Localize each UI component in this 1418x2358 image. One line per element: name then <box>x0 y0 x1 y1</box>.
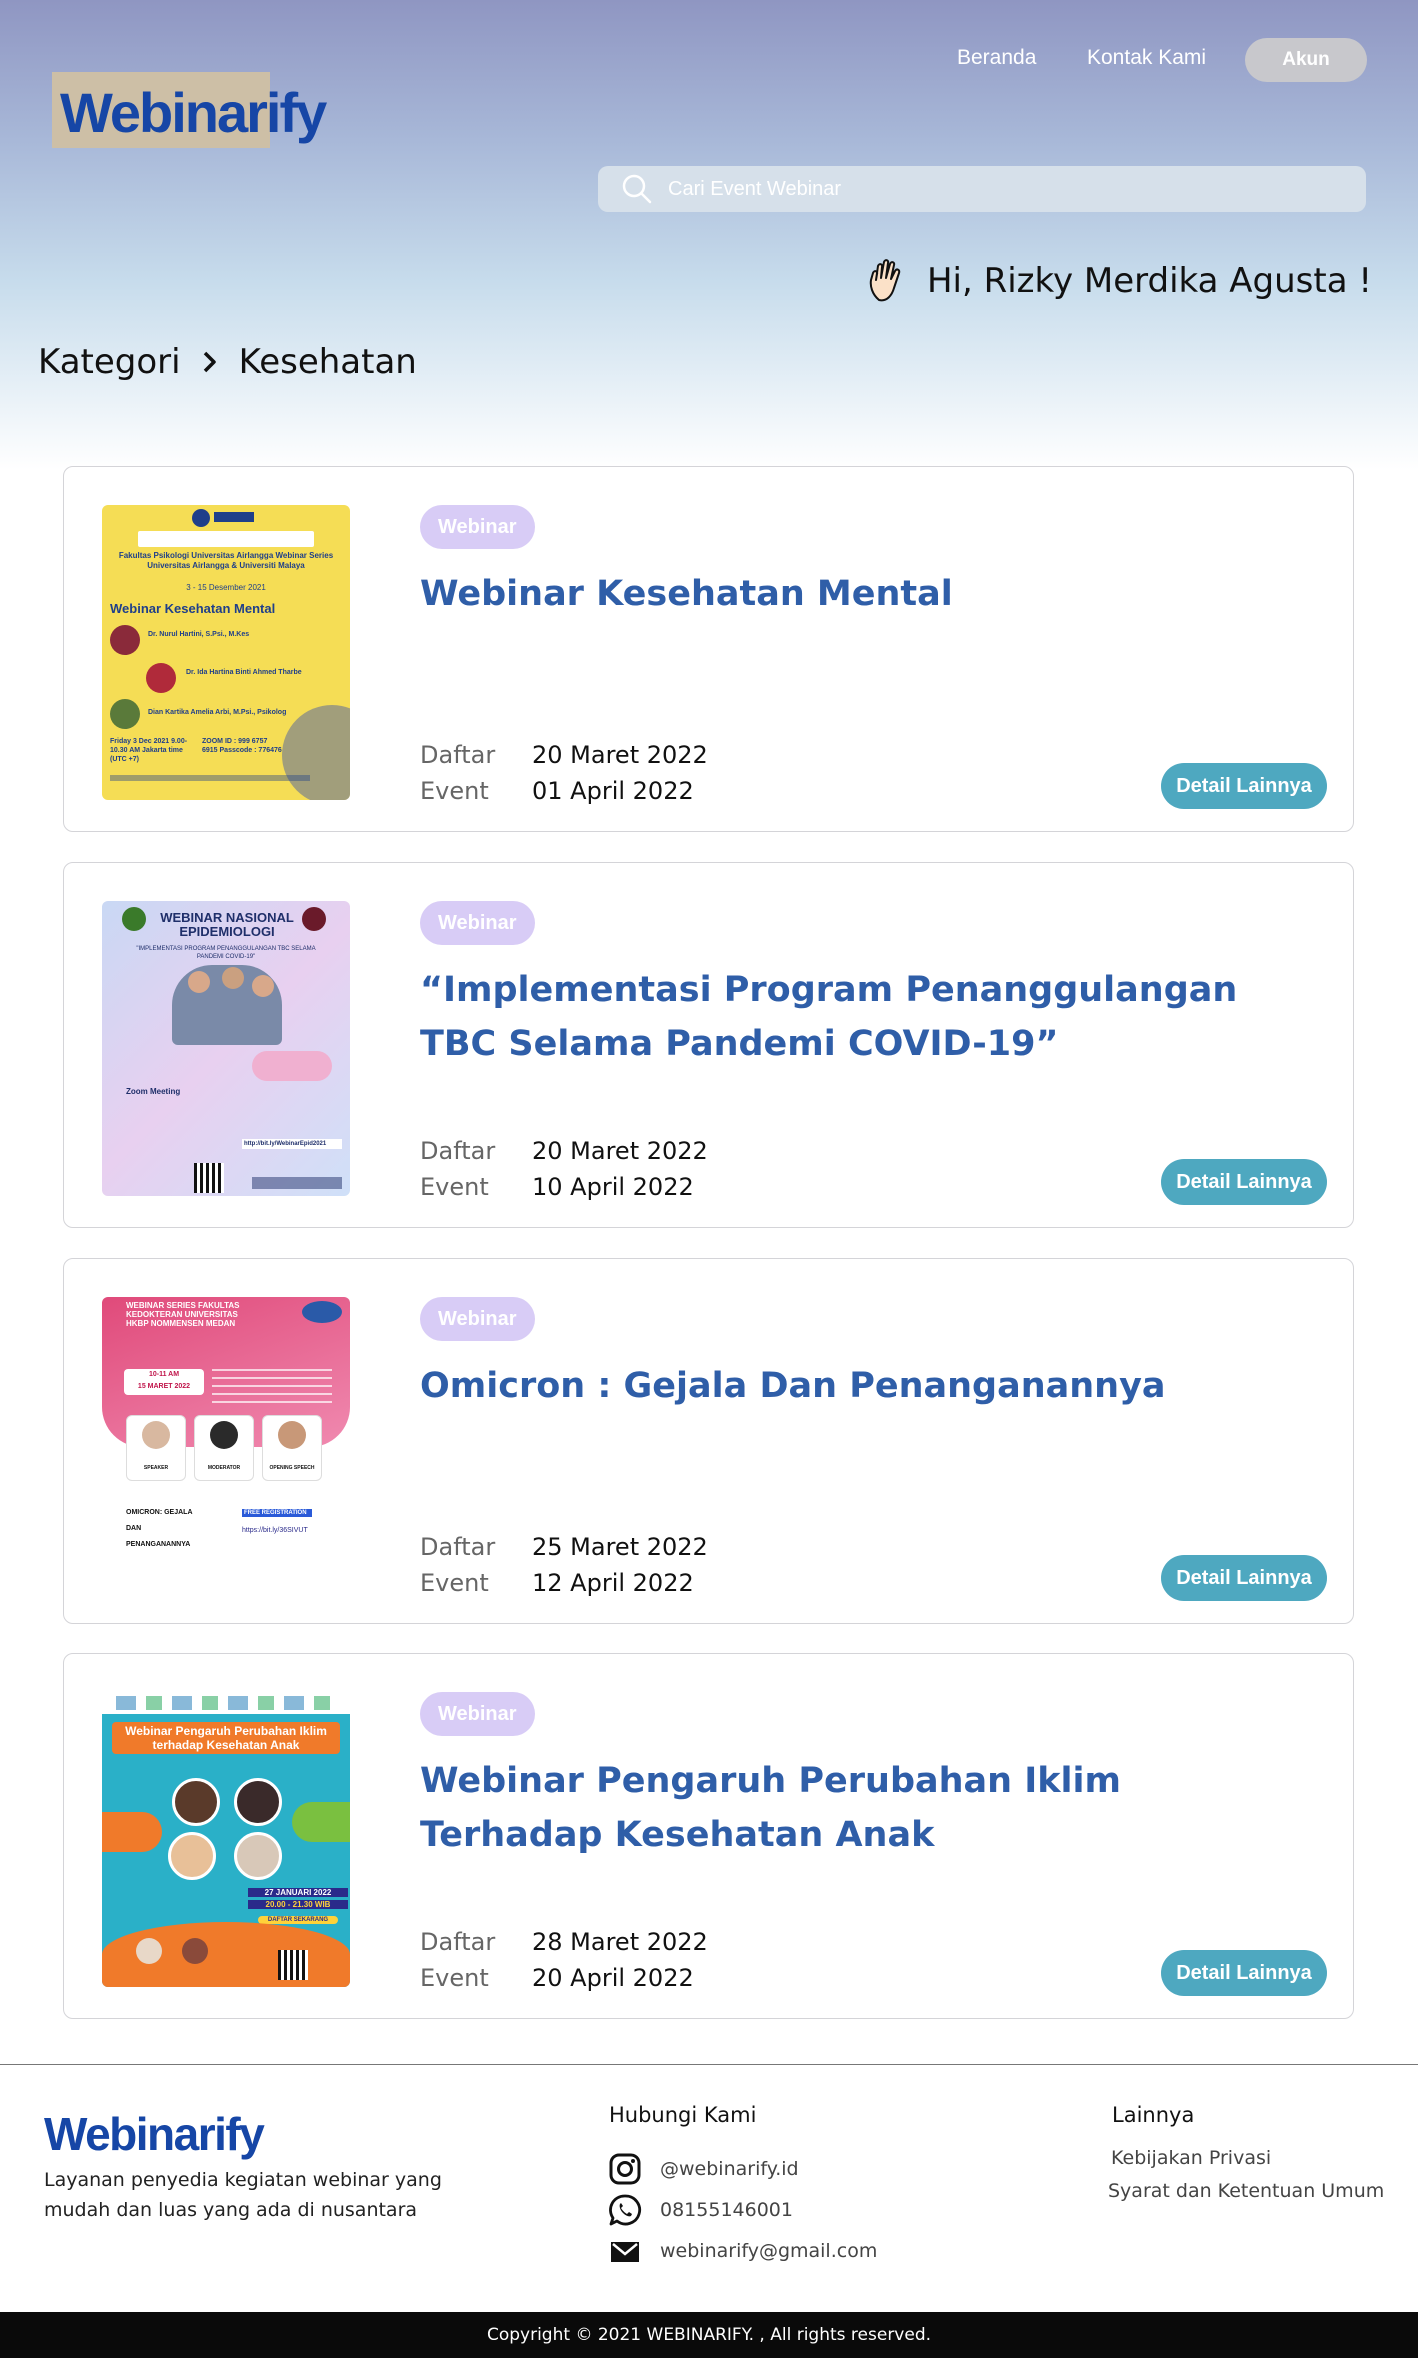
event-poster: Fakultas Psikologi Universitas Airlangga… <box>102 505 350 800</box>
email-address: webinarify@gmail.com <box>660 2240 878 2262</box>
daftar-label: Daftar <box>420 1533 496 1561</box>
event-label: Event <box>420 1569 489 1597</box>
breadcrumb: Kategori Kesehatan <box>38 342 417 382</box>
event-poster: WEBINAR NASIONAL EPIDEMIOLOGI "IMPLEMENT… <box>102 901 350 1196</box>
greeting-text: Hi, Rizky Merdika Agusta ! <box>926 261 1372 301</box>
instagram-contact[interactable]: @webinarify.id <box>608 2152 799 2186</box>
webinar-badge: Webinar <box>420 1297 535 1341</box>
event-label: Event <box>420 1964 489 1992</box>
event-date: 12 April 2022 <box>532 1569 694 1597</box>
waving-hand-icon <box>869 259 901 302</box>
footer: Webinarify Layanan penyedia kegiatan web… <box>0 2064 1418 2312</box>
footer-logo[interactable]: Webinarify <box>44 2107 265 2161</box>
whatsapp-icon <box>609 2194 641 2226</box>
other-heading: Lainnya <box>1112 2103 1195 2127</box>
detail-lainnya-button[interactable]: Detail Lainnya <box>1161 1555 1327 1601</box>
privacy-link[interactable]: Kebijakan Privasi <box>1111 2147 1271 2169</box>
event-poster: Webinar Pengaruh Perubahan Iklim terhada… <box>102 1692 350 1987</box>
search-input[interactable] <box>668 177 1348 201</box>
instagram-handle: @webinarify.id <box>660 2158 799 2180</box>
user-greeting: Hi, Rizky Merdika Agusta ! <box>865 256 1372 306</box>
detail-lainnya-button[interactable]: Detail Lainnya <box>1161 1950 1327 1996</box>
detail-lainnya-button[interactable]: Detail Lainnya <box>1161 1159 1327 1205</box>
event-card: WEBINAR SERIES FAKULTAS KEDOKTERAN UNIVE… <box>63 1258 1354 1624</box>
whatsapp-number: 08155146001 <box>660 2199 793 2221</box>
daftar-date: 25 Maret 2022 <box>532 1533 708 1561</box>
breadcrumb-current: Kesehatan <box>238 342 417 382</box>
event-card: Fakultas Psikologi Universitas Airlangga… <box>63 466 1354 832</box>
event-date: 20 April 2022 <box>532 1964 694 1992</box>
nav-kontak-kami[interactable]: Kontak Kami <box>1087 46 1206 70</box>
webinar-badge: Webinar <box>420 505 535 549</box>
daftar-label: Daftar <box>420 1137 496 1165</box>
event-label: Event <box>420 777 489 805</box>
webinar-badge: Webinar <box>420 1692 535 1736</box>
event-title[interactable]: “Implementasi Program Penanggulangan TBC… <box>420 963 1280 1071</box>
event-title[interactable]: Webinar Pengaruh Perubahan Iklim Terhada… <box>420 1754 1280 1862</box>
event-card: Webinar Pengaruh Perubahan Iklim terhada… <box>63 1653 1354 2019</box>
daftar-date: 28 Maret 2022 <box>532 1928 708 1956</box>
event-poster: WEBINAR SERIES FAKULTAS KEDOKTERAN UNIVE… <box>102 1297 350 1592</box>
instagram-icon <box>609 2153 641 2185</box>
daftar-date: 20 Maret 2022 <box>532 741 708 769</box>
search-icon <box>622 174 652 204</box>
search-bar[interactable] <box>598 166 1366 212</box>
mail-icon <box>611 2242 639 2262</box>
event-date: 10 April 2022 <box>532 1173 694 1201</box>
whatsapp-contact[interactable]: 08155146001 <box>608 2193 793 2227</box>
breadcrumb-kategori[interactable]: Kategori <box>38 342 181 382</box>
daftar-label: Daftar <box>420 1928 496 1956</box>
hero-background <box>0 0 1418 470</box>
event-title[interactable]: Omicron : Gejala Dan Penanganannya <box>420 1359 1280 1413</box>
event-title[interactable]: Webinar Kesehatan Mental <box>420 567 1280 621</box>
akun-button[interactable]: Akun <box>1245 38 1367 82</box>
terms-link[interactable]: Syarat dan Ketentuan Umum <box>1108 2180 1384 2202</box>
chevron-right-icon <box>203 351 216 373</box>
webinar-badge: Webinar <box>420 901 535 945</box>
daftar-date: 20 Maret 2022 <box>532 1137 708 1165</box>
event-label: Event <box>420 1173 489 1201</box>
event-dates: Daftar 28 Maret 2022 Event 20 April 2022 <box>420 1924 708 1996</box>
event-dates: Daftar 20 Maret 2022 Event 01 April 2022 <box>420 737 708 809</box>
event-dates: Daftar 20 Maret 2022 Event 10 April 2022 <box>420 1133 708 1205</box>
site-logo[interactable]: Webinarify <box>60 80 327 145</box>
nav-beranda[interactable]: Beranda <box>957 46 1036 70</box>
daftar-label: Daftar <box>420 741 496 769</box>
footer-description: Layanan penyedia kegiatan webinar yang m… <box>44 2169 442 2221</box>
event-card: WEBINAR NASIONAL EPIDEMIOLOGI "IMPLEMENT… <box>63 862 1354 1228</box>
email-contact[interactable]: webinarify@gmail.com <box>608 2234 877 2268</box>
copyright-bar: Copyright © 2021 WEBINARIFY. , All right… <box>0 2312 1418 2358</box>
detail-lainnya-button[interactable]: Detail Lainnya <box>1161 763 1327 809</box>
event-date: 01 April 2022 <box>532 777 694 805</box>
event-dates: Daftar 25 Maret 2022 Event 12 April 2022 <box>420 1529 708 1601</box>
contact-heading: Hubungi Kami <box>609 2103 757 2127</box>
